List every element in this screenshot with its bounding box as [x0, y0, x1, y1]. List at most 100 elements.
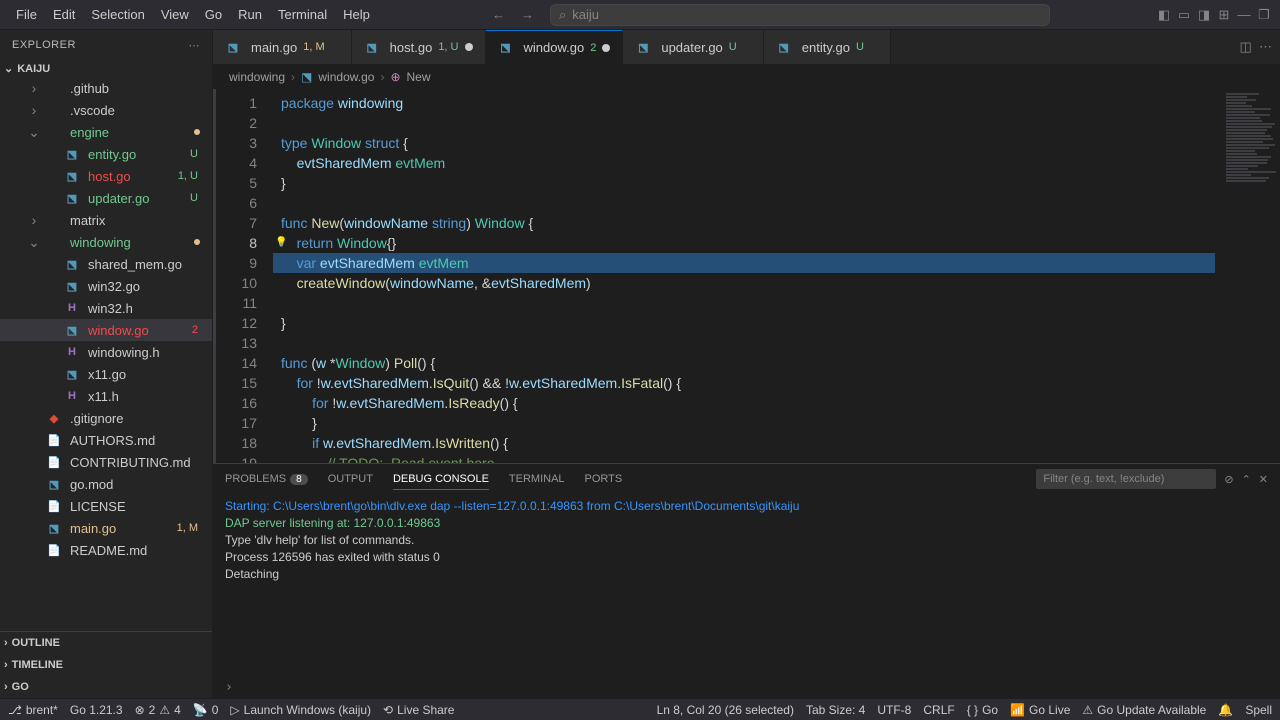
restore-icon[interactable]: ❐ [1256, 7, 1272, 23]
code-content[interactable]: package windowingtype Window struct { ev… [273, 89, 1215, 463]
go-file-icon: ⬔ [635, 39, 651, 55]
tree-item--vscode[interactable]: ›.vscode [0, 99, 212, 121]
symbol-function-icon: ⊕ [390, 70, 400, 84]
minimize-icon[interactable]: — [1236, 7, 1252, 23]
clear-icon[interactable]: ⊘ [1224, 473, 1233, 486]
modified-dot-icon [194, 239, 200, 245]
menu-selection[interactable]: Selection [83, 3, 152, 26]
tree-item-shared_mem-go[interactable]: ⬔shared_mem.go [0, 253, 212, 275]
outline-section[interactable]: ›OUTLINE [0, 632, 212, 654]
status-indent[interactable]: Tab Size: 4 [806, 703, 865, 717]
breadcrumb-item[interactable]: windowing [229, 70, 285, 84]
debug-console-output[interactable]: Starting: C:\Users\brent\go\bin\dlv.exe … [213, 494, 1280, 676]
tree-item-x11-go[interactable]: ⬔x11.go [0, 363, 212, 385]
status-eol[interactable]: CRLF [923, 703, 954, 717]
status-lang[interactable]: { } Go [967, 703, 998, 717]
tree-item-go-mod[interactable]: ⬔go.mod [0, 473, 212, 495]
lightbulb-icon[interactable]: 💡 [275, 233, 287, 253]
tree-item-windowing[interactable]: ⌄windowing [0, 231, 212, 253]
minimap[interactable] [1215, 89, 1280, 463]
layout-panel-icon[interactable]: ▭ [1176, 7, 1192, 23]
status-cursor[interactable]: Ln 8, Col 20 (26 selected) [657, 703, 794, 717]
debug-input[interactable]: › [213, 676, 1280, 698]
nav-back-icon[interactable]: ← [492, 7, 505, 22]
chevron-up-icon[interactable]: ⌃ [1242, 473, 1251, 486]
status-bell-icon[interactable]: 🔔 [1218, 703, 1233, 717]
editor-body[interactable]: 12345678910111213141516171819 package wi… [213, 89, 1280, 463]
dirty-dot-icon [465, 43, 473, 51]
status-branch[interactable]: ⎇ brent* [8, 703, 58, 717]
menu-terminal[interactable]: Terminal [270, 3, 335, 26]
go-file-icon: ⬔ [301, 70, 312, 84]
layout-custom-icon[interactable]: ⊞ [1216, 7, 1232, 23]
split-editor-icon[interactable]: ◫ [1239, 39, 1251, 55]
tree-item-LICENSE[interactable]: 📄LICENSE [0, 495, 212, 517]
file-tree[interactable]: ›.github›.vscode⌄engine⬔entity.goU⬔host.… [0, 77, 212, 631]
tree-item-win32-go[interactable]: ⬔win32.go [0, 275, 212, 297]
tree-item-updater-go[interactable]: ⬔updater.goU [0, 187, 212, 209]
status-ports[interactable]: 📡 0 [193, 703, 219, 717]
tree-item-AUTHORS-md[interactable]: 📄AUTHORS.md [0, 429, 212, 451]
status-problems[interactable]: ⊗ 2 ⚠ 4 [135, 703, 181, 717]
sidebar: EXPLORER ⋯ ⌄ KAIJU ›.github›.vscode⌄engi… [0, 30, 213, 698]
menu-run[interactable]: Run [230, 3, 270, 26]
go-section[interactable]: ›GO [0, 676, 212, 698]
tree-item-host-go[interactable]: ⬔host.go1, U [0, 165, 212, 187]
tree-item--github[interactable]: ›.github [0, 77, 212, 99]
tree-item-entity-go[interactable]: ⬔entity.goU [0, 143, 212, 165]
status-encoding[interactable]: UTF-8 [877, 703, 911, 717]
editor-area: ⬔main.go1, M⬔host.go1, U⬔window.go2⬔upda… [213, 30, 1280, 698]
tab-output[interactable]: OUTPUT [328, 469, 373, 489]
breadcrumb-item[interactable]: window.go [318, 70, 374, 84]
status-launch[interactable]: ▷ Launch Windows (kaiju) [230, 703, 371, 717]
tree-item-window-go[interactable]: ⬔window.go2 [0, 319, 212, 341]
menu-go[interactable]: Go [197, 3, 230, 26]
file-icon: 📄 [46, 498, 62, 514]
panel-filter-input[interactable]: Filter (e.g. text, !exclude) [1036, 469, 1216, 489]
tree-item-README-md[interactable]: 📄README.md [0, 539, 212, 561]
tab-main-go[interactable]: ⬔main.go1, M [213, 30, 352, 64]
menu-help[interactable]: Help [335, 3, 378, 26]
project-root[interactable]: ⌄ KAIJU [0, 60, 212, 77]
tree-item--gitignore[interactable]: ◆.gitignore [0, 407, 212, 429]
tab-terminal[interactable]: TERMINAL [509, 469, 565, 489]
folder-icon [46, 80, 62, 96]
status-go-version[interactable]: Go 1.21.3 [70, 703, 123, 717]
status-spell[interactable]: Spell [1245, 703, 1272, 717]
chevron-right-icon: › [380, 70, 384, 84]
menu-file[interactable]: File [8, 3, 45, 26]
breadcrumbs[interactable]: windowing › ⬔ window.go › ⊕ New [213, 65, 1280, 89]
tree-item-engine[interactable]: ⌄engine [0, 121, 212, 143]
tab-host-go[interactable]: ⬔host.go1, U [352, 30, 486, 64]
breadcrumb-item[interactable]: New [407, 70, 431, 84]
tree-item-matrix[interactable]: ›matrix [0, 209, 212, 231]
tab-entity-go[interactable]: ⬔entity.goU [764, 30, 891, 64]
menu-view[interactable]: View [153, 3, 197, 26]
layout-primary-icon[interactable]: ◧ [1156, 7, 1172, 23]
tab-problems[interactable]: PROBLEMS8 [225, 469, 308, 489]
tab-debug-console[interactable]: DEBUG CONSOLE [393, 469, 489, 490]
tree-item-CONTRIBUTING-md[interactable]: 📄CONTRIBUTING.md [0, 451, 212, 473]
explorer-more-icon[interactable]: ⋯ [189, 39, 201, 52]
more-icon[interactable]: ⋯ [1259, 39, 1272, 55]
tree-item-win32-h[interactable]: Hwin32.h [0, 297, 212, 319]
command-center[interactable]: ⌕ kaiju [550, 4, 1050, 26]
tree-item-x11-h[interactable]: Hx11.h [0, 385, 212, 407]
tab-ports[interactable]: PORTS [585, 469, 623, 489]
status-liveshare[interactable]: ⟲ Live Share [383, 703, 454, 717]
statusbar: ⎇ brent* Go 1.21.3 ⊗ 2 ⚠ 4 📡 0 ▷ Launch … [0, 698, 1280, 720]
timeline-section[interactable]: ›TIMELINE [0, 654, 212, 676]
go-icon: ⬔ [64, 168, 80, 184]
tree-item-main-go[interactable]: ⬔main.go1, M [0, 517, 212, 539]
layout-sidebar-icon[interactable]: ◨ [1196, 7, 1212, 23]
close-panel-icon[interactable]: ✕ [1259, 473, 1268, 486]
tab-updater-go[interactable]: ⬔updater.goU [623, 30, 763, 64]
menu-edit[interactable]: Edit [45, 3, 83, 26]
status-update[interactable]: ⚠ Go Update Available [1082, 703, 1206, 717]
tree-item-windowing-h[interactable]: Hwindowing.h [0, 341, 212, 363]
nav-forward-icon[interactable]: → [521, 7, 534, 22]
chevron-right-icon: › [26, 80, 42, 96]
status-golive[interactable]: 📶 Go Live [1010, 703, 1070, 717]
tab-window-go[interactable]: ⬔window.go2 [486, 30, 624, 64]
chevron-right-icon: › [26, 102, 42, 118]
